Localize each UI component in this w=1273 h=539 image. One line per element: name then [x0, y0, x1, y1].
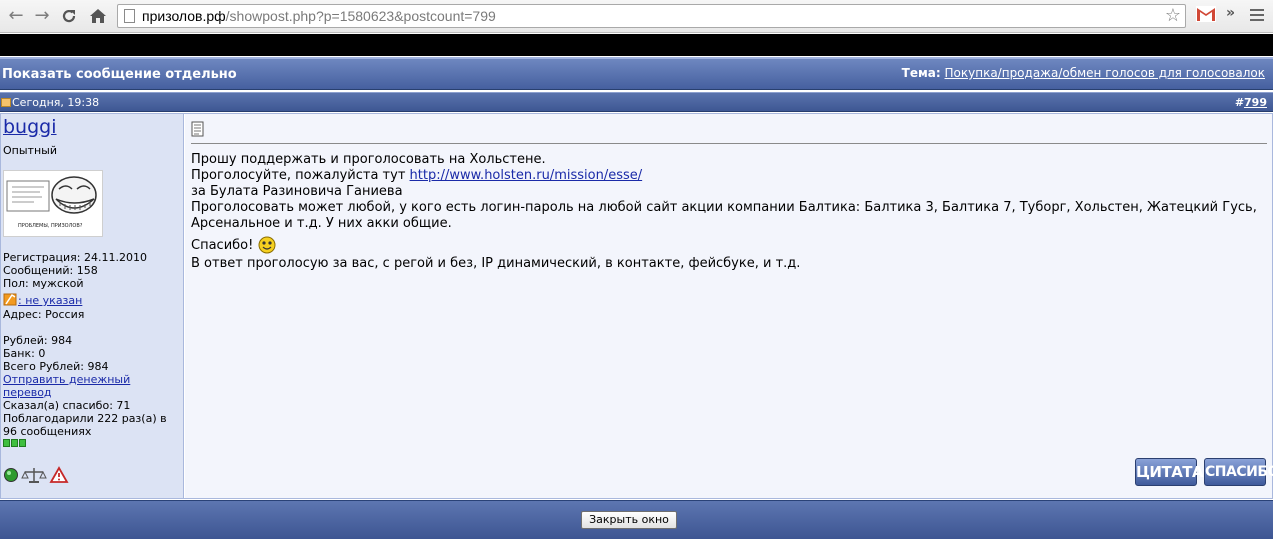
post-date: Сегодня, 19:38: [12, 96, 100, 109]
post-document-icon: [191, 121, 204, 137]
extensions-chevron-icon[interactable]: »: [1226, 5, 1235, 21]
footer-bar: Закрыть окно: [0, 500, 1273, 539]
top-black-bar: [0, 34, 1273, 56]
icq-flower-icon: [3, 293, 17, 306]
close-window-button[interactable]: Закрыть окно: [581, 511, 677, 529]
send-money-link[interactable]: Отправить денежный: [3, 373, 130, 386]
message-line: Арсенальное и т.д. У них акки общие.: [191, 216, 452, 231]
icq-link[interactable]: : не указан: [18, 294, 82, 307]
holsten-link[interactable]: http://www.holsten.ru/mission/esse/: [410, 168, 643, 183]
back-icon[interactable]: ←: [4, 5, 28, 27]
icq-row: : не указан: [3, 292, 82, 307]
post-content: Прошу поддержать и проголосовать на Холь…: [185, 114, 1273, 498]
avatar-caption: ПРОБЛЕМЫ, ПРИЗОЛОВ?: [18, 223, 83, 229]
thread-info: Тема: Покупка/продажа/обмен голосов для …: [902, 66, 1265, 80]
thanks-button[interactable]: СПАСИБО: [1204, 458, 1273, 486]
gmail-icon[interactable]: [1196, 6, 1216, 24]
user-info-pane: buggi Опытный ПРОБЛЕМЫ, ПРИЗОЛОВ? Регист…: [1, 114, 184, 498]
thread-link[interactable]: Покупка/продажа/обмен голосов для голосо…: [945, 66, 1265, 80]
home-icon[interactable]: [86, 5, 110, 27]
smiley-icon: [258, 236, 276, 254]
address-bar[interactable]: призолов.рф/showpost.php?p=1580623&postc…: [117, 4, 1186, 28]
thanked-count: Поблагодарили 222 раз(а) в: [3, 412, 167, 425]
post-header: Сегодня, 19:38 #799: [0, 92, 1273, 112]
gender: Пол: мужской: [3, 277, 84, 290]
bank: Банк: 0: [3, 347, 46, 360]
online-status-icon: [4, 468, 18, 482]
browser-toolbar: ← → призолов.рф/showpost.php?p=1580623&p…: [0, 0, 1273, 33]
reputation-bar: [3, 437, 27, 450]
total-rubles: Всего Рублей: 984: [3, 360, 109, 373]
thread-label: Тема:: [901, 66, 941, 80]
address: Адрес: Россия: [3, 308, 85, 321]
message-line-with-link: Проголосуйте, пожалуйста тут http://www.…: [191, 168, 643, 183]
message-line-thanks: Спасибо!: [191, 235, 277, 255]
browser-menu-icon[interactable]: [1250, 9, 1264, 23]
message-line: Проголосовать может любой, у кого есть л…: [191, 200, 1257, 215]
user-title: Опытный: [3, 144, 57, 157]
rubles: Рублей: 984: [3, 334, 73, 347]
page-icon: [124, 9, 135, 23]
message-line: за Булата Разиновича Ганиева: [191, 184, 403, 199]
quote-button[interactable]: ЦИТАТА: [1135, 458, 1204, 486]
message-line: Прошу поддержать и проголосовать на Холь…: [191, 152, 546, 167]
reload-icon[interactable]: [57, 5, 81, 27]
post-number-link[interactable]: 799: [1244, 96, 1267, 109]
page-title: Показать сообщение отдельно: [2, 67, 237, 82]
url-text: призолов.рф/showpost.php?p=1580623&postc…: [142, 8, 496, 24]
user-status-icons: [3, 466, 75, 487]
post: buggi Опытный ПРОБЛЕМЫ, ПРИЗОЛОВ? Регист…: [0, 113, 1273, 499]
post-number: #799: [1234, 96, 1267, 109]
content-divider: [191, 143, 1267, 144]
send-money-link-cont[interactable]: перевод: [3, 386, 52, 399]
registration-date: Регистрация: 24.11.2010: [3, 251, 147, 264]
username-link[interactable]: buggi: [3, 118, 57, 137]
message-line: В ответ проголосую за вас, с регой и без…: [191, 256, 801, 271]
message-count: Сообщений: 158: [3, 264, 98, 277]
bookmark-star-icon[interactable]: ☆: [1165, 5, 1181, 27]
page-header: Показать сообщение отдельно Тема: Покупк…: [0, 57, 1273, 90]
forward-icon[interactable]: →: [30, 5, 54, 27]
reputation-scales-icon[interactable]: [21, 468, 47, 483]
said-thanks: Сказал(а) спасибо: 71: [3, 399, 131, 412]
avatar: ПРОБЛЕМЫ, ПРИЗОЛОВ?: [3, 170, 103, 237]
post-folder-icon: [1, 98, 11, 107]
report-warning-icon[interactable]: [49, 466, 69, 483]
